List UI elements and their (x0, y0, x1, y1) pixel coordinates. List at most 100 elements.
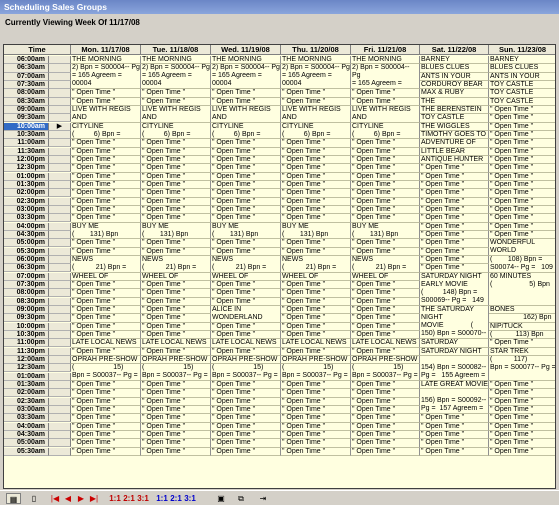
program-cell[interactable]: " Open Time " 03:30:00 (420, 414, 489, 423)
program-cell[interactable]: " Open Time " 02:30:00 (71, 397, 141, 406)
program-cell[interactable]: TOY CASTLE (489, 89, 555, 98)
program-cell[interactable]: CITYLINE ( 6) Bpn = (141, 122, 211, 140)
program-cell[interactable]: " Open Time " 14:30:00 (420, 197, 489, 206)
program-cell[interactable]: THE MORNING SHOW (211, 56, 281, 65)
row-selector[interactable] (49, 139, 71, 148)
program-cell[interactable]: " Open Time " 20:00:00 (71, 289, 141, 298)
program-cell[interactable]: BLUES CLUES (420, 64, 489, 73)
program-cell[interactable]: " Open Time " 15:30:00 (420, 214, 489, 223)
program-cell[interactable]: " Open Time " 04:00:00 (71, 422, 141, 431)
program-cell[interactable]: " Open Time " 11:00:00 (211, 139, 281, 148)
program-cell[interactable]: TIMOTHY GOES TO (420, 130, 489, 140)
row-selector[interactable] (49, 64, 71, 73)
program-cell[interactable]: " Open Time " 13:30:00 (281, 180, 351, 190)
program-cell[interactable]: NEWS ( 21) Bpn = (351, 255, 420, 273)
program-cell[interactable]: " Open Time " 05:30:00 (211, 447, 281, 456)
row-selector[interactable] (49, 372, 71, 381)
program-cell[interactable]: ( 117) Bpn = S00077-- Pg = (489, 355, 555, 381)
program-cell[interactable]: " Open Time " 05:00:00 (211, 439, 281, 448)
program-cell[interactable]: " Open Time " 15:30:00 (281, 214, 351, 223)
program-cell[interactable]: " Open Time " 03:00:00 (489, 414, 555, 423)
program-cell[interactable]: " Open Time " 13:00:00 (420, 172, 489, 181)
program-cell[interactable]: " Open Time " 22:30:00 (71, 330, 141, 340)
program-cell[interactable]: LATE LOCAL NEWS (141, 339, 211, 348)
program-cell[interactable]: " Open Time " 11:30:00 (211, 147, 281, 156)
program-cell[interactable]: " Open Time " 17:30:00 (281, 247, 351, 256)
row-selector[interactable] (49, 56, 71, 65)
exit-icon[interactable]: ⇥ (256, 493, 270, 504)
column-header[interactable]: Time (4, 45, 71, 55)
program-cell[interactable]: 156) Bpn = S00092-- Pg = 157 Agreem = 00… (420, 389, 489, 415)
program-cell[interactable]: " Open Time " 04:30:00 (141, 430, 211, 440)
program-cell[interactable]: " Open Time " 22:00:00 (141, 322, 211, 331)
program-cell[interactable]: " Open Time " 15:00:00 (351, 205, 420, 215)
program-cell[interactable]: " Open Time " 13:00:00 (71, 172, 141, 181)
program-cell[interactable]: " Open Time " 12:30:00 (71, 164, 141, 173)
program-cell[interactable]: NIP/TUCK (489, 322, 555, 331)
program-cell[interactable]: " Open Time " (141, 97, 211, 106)
program-cell[interactable]: " Open Time " 04:00:00 (211, 422, 281, 431)
program-cell[interactable]: " Open Time " 05:30:00 (71, 447, 141, 456)
program-cell[interactable]: " Open Time " 14:30:00 (71, 197, 141, 206)
program-cell[interactable]: " Open Time " 22:30:00 (141, 330, 211, 340)
program-cell[interactable]: THE SATURDAY NIGHT MOVIE ( 150) Bpn = S0… (420, 305, 489, 340)
row-selector[interactable] (49, 264, 71, 273)
first-record-icon[interactable]: |◀ (50, 493, 60, 504)
program-cell[interactable]: " Open Time " 23:30:00 (351, 347, 420, 356)
program-cell[interactable]: " Open Time " 03:00:00 (351, 405, 420, 415)
zoom-alt-2-1-button[interactable]: 2:1 (169, 493, 183, 504)
program-cell[interactable]: " Open Time " 03:30:00 (141, 414, 211, 423)
program-cell[interactable]: BARNEY (489, 56, 555, 65)
program-cell[interactable]: THE MORNING SHOW (71, 56, 141, 65)
program-cell[interactable]: " Open Time " 04:00:00 (281, 422, 351, 431)
program-cell[interactable]: NEWS ( 21) Bpn = (141, 255, 211, 273)
program-cell[interactable]: " Open Time " 22:30:00 (351, 330, 420, 340)
program-cell[interactable]: " Open Time " 22:00:00 (211, 322, 281, 331)
program-cell[interactable]: " Open Time " 11:00:00 (141, 139, 211, 148)
row-selector[interactable] (49, 205, 71, 215)
program-cell[interactable]: " Open Time " 21:30:00 (71, 314, 141, 323)
program-cell[interactable]: " Open Time " 11:30:00 (281, 147, 351, 156)
zoom-2-1-button[interactable]: 2:1 (122, 493, 136, 504)
program-cell[interactable]: " Open Time " 04:30:00 (281, 430, 351, 440)
row-selector[interactable] (49, 297, 71, 306)
program-cell[interactable]: 2) Bpn = S00004-- Pg = 165 Agreem = 0000… (211, 64, 281, 90)
program-cell[interactable]: " Open Time " 11:30:00 (71, 147, 141, 156)
program-cell[interactable]: LIVE WITH REGIS AND KELLY [ (351, 105, 420, 123)
program-cell[interactable]: " Open Time " 05:30:00 (141, 447, 211, 456)
program-cell[interactable]: " Open Time " 09:00:00 (489, 105, 555, 115)
row-selector[interactable] (49, 289, 71, 298)
program-cell[interactable]: " Open Time " 12:30:00 (281, 164, 351, 173)
program-cell[interactable]: " Open Time " 15:30:00 (489, 214, 555, 223)
row-selector[interactable] (49, 189, 71, 198)
program-cell[interactable]: " Open Time " 11:00:00 (281, 139, 351, 148)
program-cell[interactable]: TOY CASTLE (489, 97, 555, 106)
program-cell[interactable]: STAR TREK (489, 347, 555, 356)
copy-icon[interactable]: ⧉ (234, 493, 248, 504)
program-cell[interactable]: " Open Time " 19:30:00 (281, 280, 351, 290)
program-cell[interactable]: " Open Time " 21:00:00 (351, 305, 420, 315)
program-cell[interactable]: " Open Time " 05:00:00 (141, 439, 211, 448)
program-cell[interactable]: " Open Time " 12:00:00 (281, 155, 351, 165)
program-cell[interactable]: " Open Time " 13:30:00 (351, 180, 420, 190)
program-cell[interactable]: " Open Time " 12:30:00 (211, 164, 281, 173)
program-cell[interactable]: OPRAH PRE-SHOW (211, 355, 281, 365)
row-selector[interactable] (49, 347, 71, 356)
program-cell[interactable]: " Open Time " 04:00:00 (420, 422, 489, 431)
program-cell[interactable]: WONDERFUL WORLD OF DISNEY (489, 239, 555, 256)
program-cell[interactable]: " Open Time " 17:00:00 (141, 239, 211, 248)
program-cell[interactable]: BUY ME ( 131) Bpn (281, 222, 351, 240)
program-cell[interactable]: " Open Time " (281, 97, 351, 106)
program-cell[interactable]: " Open Time " 03:30:00 (489, 422, 555, 431)
program-cell[interactable]: " Open Time " 10:00:00 (489, 122, 555, 131)
program-cell[interactable]: " Open Time " 12:00:00 (71, 155, 141, 165)
program-cell[interactable]: LATE LOCAL NEWS (351, 339, 420, 348)
program-cell[interactable]: " Open Time " 22:30:00 (211, 330, 281, 340)
program-cell[interactable]: " Open Time " 04:00:00 (141, 422, 211, 431)
row-selector[interactable] (49, 214, 71, 223)
column-header[interactable]: Thu. 11/20/08 (281, 45, 351, 55)
program-cell[interactable]: ( 15) Bpn = S00037-- Pg = (281, 364, 351, 381)
program-cell[interactable]: " Open Time " 01:30:00 (71, 380, 141, 390)
row-selector[interactable] (49, 330, 71, 340)
row-selector[interactable] (49, 197, 71, 206)
